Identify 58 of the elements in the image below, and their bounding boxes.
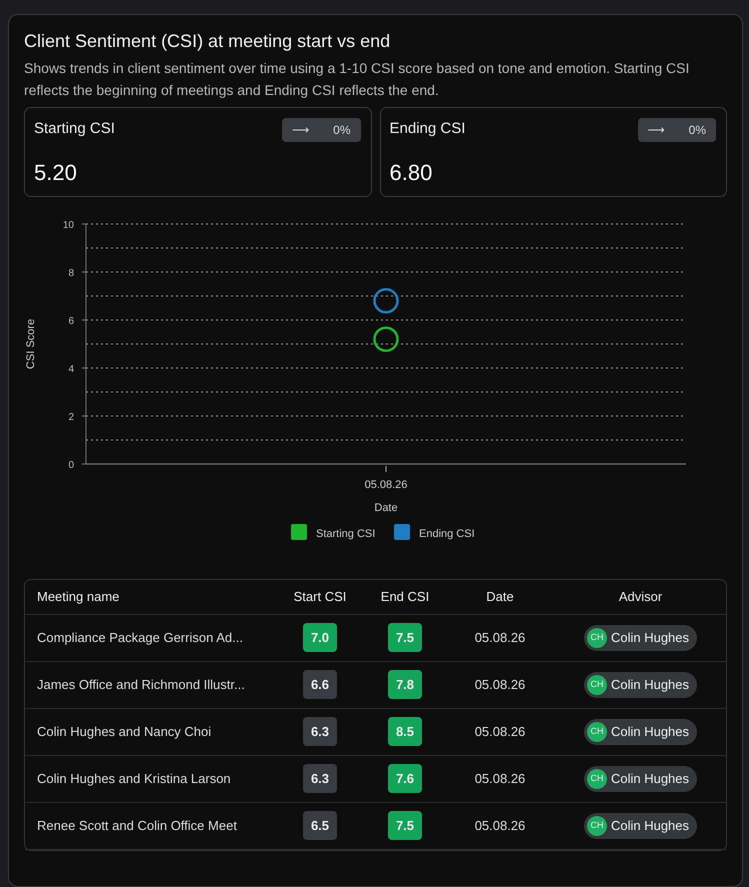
x-tick-label: 05.08.26 — [364, 478, 408, 491]
column-header: Meeting name — [36, 588, 120, 606]
stat-value: 6.80 — [390, 158, 434, 187]
y-tick-label: 4 — [68, 364, 74, 375]
score-badge: 7.5 — [388, 622, 422, 652]
legend-item: Ending CSI — [394, 524, 475, 540]
meeting-name: Renee Scott and Colin Office Meet — [36, 816, 238, 835]
date-cell-text: 05.08.26 — [474, 628, 526, 647]
advisor-name: Colin Hughes — [610, 628, 690, 647]
advisor-avatar: CH — [586, 722, 607, 742]
column-header: Date — [486, 588, 514, 606]
score-badge: 7.6 — [388, 764, 422, 794]
score-badge: 6.3 — [302, 716, 338, 746]
date-cell-text: 05.08.26 — [474, 816, 526, 835]
score-badge: 6.6 — [302, 670, 338, 700]
advisor-avatar: CH — [586, 768, 607, 789]
advisor-name: Colin Hughes — [610, 676, 690, 694]
column-header: Advisor — [618, 588, 662, 606]
date-cell-text: 05.08.26 — [474, 770, 526, 788]
advisor-name: Colin Hughes — [610, 816, 690, 835]
score-badge: 7.8 — [388, 670, 422, 700]
change-value: 0% — [333, 122, 350, 139]
advisor-avatar: CH — [586, 628, 607, 648]
stat-label: Starting CSI — [34, 118, 115, 139]
y-tick-label: 10 — [62, 220, 74, 231]
y-tick-label: 0 — [68, 460, 74, 471]
advisor-name: Colin Hughes — [610, 722, 690, 741]
legend-label: Ending CSI — [419, 528, 475, 540]
score-badge: 6.3 — [302, 764, 338, 794]
meeting-name: Colin Hughes and Nancy Choi — [36, 722, 212, 741]
score-badge: 7.0 — [302, 622, 338, 652]
legend-item: Starting CSI — [291, 524, 376, 540]
panel-title: Client Sentiment (CSI) at meeting start vs end — [24, 31, 392, 53]
advisor-avatar: CH — [586, 816, 607, 836]
advisor-name: Colin Hughes — [610, 770, 690, 788]
panel-description: Shows trends in client sentiment over time using a 1-10 CSI score based on tone and emotion. Starting CSI reflects the beginning of meetings and Ending CSI reflects the end. — [24, 58, 690, 100]
date-cell-text: 05.08.26 — [474, 676, 526, 694]
x-axis-title: Date — [374, 502, 398, 514]
y-tick-label: 8 — [68, 268, 74, 279]
meeting-name: James Office and Richmond Illustr... — [36, 676, 246, 694]
stat-value: 5.20 — [34, 158, 78, 187]
y-tick-label: 2 — [68, 412, 74, 423]
change-value: 0% — [688, 122, 706, 139]
column-header: Start CSI — [294, 588, 346, 606]
column-header: End CSI — [380, 588, 430, 606]
score-badge: 7.5 — [388, 810, 422, 840]
date-cell-text: 05.08.26 — [474, 722, 526, 741]
score-badge: 6.5 — [302, 810, 338, 840]
meeting-name: Colin Hughes and Kristina Larson — [36, 770, 232, 788]
y-axis-title: CSI Score — [25, 318, 37, 369]
y-tick-label: 6 — [68, 316, 74, 327]
legend-label: Starting CSI — [316, 528, 376, 540]
stat-label: Ending CSI — [390, 118, 466, 139]
score-badge: 8.5 — [388, 716, 422, 746]
advisor-avatar: CH — [586, 674, 607, 695]
trend-arrow-icon: ⟶ — [292, 120, 310, 139]
meeting-name: Compliance Package Gerrison Ad... — [36, 628, 244, 647]
trend-arrow-icon: ⟶ — [648, 120, 665, 139]
